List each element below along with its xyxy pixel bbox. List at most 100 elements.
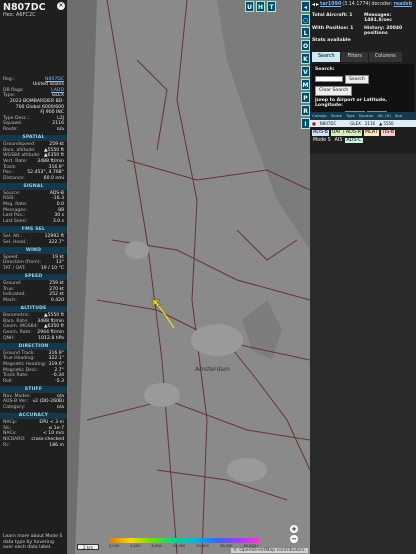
stuff-row: Category: n/a bbox=[0, 405, 67, 411]
map-side-button-9[interactable]: I bbox=[301, 118, 310, 129]
wind-row: TAT / OAT: 19 / 10 °C bbox=[0, 266, 67, 272]
map-side-button-2[interactable]: L bbox=[301, 27, 310, 38]
clear-search-button[interactable]: Clear Search bbox=[315, 86, 353, 96]
desc-line-1: 2023 BOMBARDIER BD- bbox=[9, 98, 64, 104]
reg-label: Reg.: bbox=[3, 76, 15, 82]
tab-search[interactable]: Search bbox=[312, 52, 341, 62]
section-direction: DIRECTION bbox=[0, 343, 67, 350]
signal-row: Last Seen: 3.0 s bbox=[0, 219, 67, 225]
left-footer-hint: Learn more about Mode S data type by hov… bbox=[3, 534, 63, 551]
zoom-out-button[interactable]: − bbox=[290, 535, 298, 543]
urban-areas bbox=[125, 241, 267, 482]
section-accuracy: ACCURACY bbox=[0, 412, 67, 420]
wind-value: 19 / 10 °C bbox=[40, 266, 64, 271]
altitude-colorbar bbox=[109, 538, 259, 543]
map-side-button-8[interactable]: R bbox=[301, 105, 310, 116]
legend-item: UAT / ADS-R bbox=[330, 130, 362, 136]
aircraft-header: N807DC Hex: A6FC2C ✕ bbox=[0, 0, 67, 19]
map-view[interactable]: Amsterdam UHT ◂ ○ L O K V M P R I + − 2 km 2,000 4… bbox=[67, 0, 310, 554]
search-button[interactable]: Search bbox=[345, 74, 369, 85]
map-side-button-5[interactable]: V bbox=[301, 66, 310, 77]
route-value: n/a bbox=[56, 126, 64, 132]
column-header[interactable]: Route bbox=[329, 112, 344, 120]
column-header[interactable]: Squawk bbox=[357, 112, 376, 120]
source-legend: ADS-B UAT / ADS-R MLAT TIS-B Mode S AIS ADS-C bbox=[312, 130, 414, 144]
lake-water bbox=[242, 300, 282, 360]
spatial-row: Distance: 60.0 nmi bbox=[0, 176, 67, 182]
aircraft-track bbox=[157, 304, 175, 329]
column-header[interactable]: Callsign bbox=[310, 112, 329, 120]
accuracy-label: Rc: bbox=[3, 442, 11, 448]
colorbar-label: 10,000 bbox=[172, 544, 186, 548]
column-header[interactable]: Alt. (ft) bbox=[376, 112, 393, 120]
aircraft-info-panel: N807DC Hex: A6FC2C ✕ Reg.: N807DC United … bbox=[0, 0, 67, 554]
stuff-value: n/a bbox=[56, 405, 64, 411]
tab-columns[interactable]: Columns bbox=[368, 52, 402, 62]
fms-label: Sel. Head.: bbox=[3, 239, 28, 245]
accuracy-value: 186 m bbox=[49, 442, 64, 448]
map-side-button-6[interactable]: M bbox=[301, 79, 310, 90]
speed-row: Mach: 0.420 bbox=[0, 298, 67, 304]
map-side-button-1[interactable]: ○ bbox=[301, 14, 310, 25]
spatial-group: Groundspeed: 259 kt Baro. altitude: ▲5550 f… bbox=[0, 142, 67, 181]
jump-label: Jump to Airport or Latitude, Longitude: bbox=[315, 97, 387, 109]
stuff-label: Category: bbox=[3, 405, 26, 411]
direction-value: -5.3 bbox=[55, 378, 64, 384]
map-side-button-7[interactable]: P bbox=[301, 92, 310, 103]
expand-right-icon[interactable]: ▸ bbox=[316, 2, 319, 8]
fms-value: 322.7° bbox=[48, 239, 64, 245]
altitude-group: Barometric: ▲5550 ft Baro. Rate: 3488 ft/mi… bbox=[0, 313, 67, 341]
colorbar-label: 8,000 bbox=[151, 544, 162, 548]
stat-item: With Position: 1 bbox=[312, 25, 354, 31]
ijsselmeer-water bbox=[217, 0, 310, 250]
map-button-u[interactable]: U bbox=[245, 1, 254, 12]
map-attribution[interactable]: © OpenStreetMap contributors. bbox=[231, 548, 308, 553]
tab-filters[interactable]: Filters bbox=[341, 52, 368, 62]
stat-item: Total Aircraft: 1 bbox=[312, 12, 353, 18]
signal-value: 3.0 s bbox=[52, 218, 64, 224]
column-header[interactable]: Spd bbox=[393, 112, 404, 120]
route-row: Route: n/a bbox=[0, 127, 67, 133]
spatial-value: 60.0 nmi bbox=[43, 175, 64, 181]
section-signal: SIGNAL bbox=[0, 183, 67, 190]
search-row: Search bbox=[315, 74, 411, 85]
table-row[interactable]: ■ N807DC GLEX 2116 ▲ 5550 bbox=[310, 120, 416, 127]
search-input[interactable] bbox=[315, 76, 343, 83]
map-side-button-4[interactable]: K bbox=[301, 53, 310, 64]
search-tab-body: Search: Search Clear Search Jump to Airp… bbox=[312, 64, 414, 121]
decoder-label: decoder: bbox=[371, 2, 393, 7]
signal-group: Source: ADS-B RSSI: -16.3 Msg. Rate: 0.0 Messa… bbox=[0, 191, 67, 225]
aircraft-table-header: Callsign Route Type Squawk Alt. (ft) Spd bbox=[310, 112, 416, 120]
decoder-link[interactable]: readsb bbox=[394, 2, 413, 8]
wind-group: Speed: 19 kt Direction (from): 13° TAT / OAT… bbox=[0, 255, 67, 272]
north-sea-water bbox=[67, 0, 97, 554]
tar1090-link[interactable]: tar1090 bbox=[320, 2, 341, 8]
stats-available: Stats available bbox=[312, 38, 351, 43]
section-altitude: ALTITUDE bbox=[0, 305, 67, 313]
map-canvas[interactable]: Amsterdam bbox=[67, 0, 310, 554]
section-speed: SPEED bbox=[0, 273, 67, 281]
direction-group: Ground Track: 316.9° True Heading: 322.1° Ma… bbox=[0, 351, 67, 385]
row-type: GLEX bbox=[350, 121, 361, 126]
wind-label: TAT / OAT: bbox=[3, 266, 26, 271]
collapse-left-icon[interactable]: ◂ bbox=[312, 2, 315, 8]
stats-grid: Total Aircraft: 1 Messages: 1491.8/sec Wit… bbox=[312, 13, 414, 39]
map-side-button-0[interactable]: ◂ bbox=[301, 1, 310, 12]
stat-item: History: 20040 positions bbox=[364, 25, 403, 37]
legend-item: TIS-B bbox=[380, 130, 395, 136]
colorbar-label: 4,000 bbox=[130, 544, 141, 548]
map-button-h[interactable]: H bbox=[256, 1, 265, 12]
version-number: (3.14.1774) bbox=[342, 2, 371, 7]
fms-group: Sel. Alt.: 12992 ft Sel. Head.: 322.7° bbox=[0, 234, 67, 245]
route-label: Route: bbox=[3, 126, 18, 132]
hex-value: A6FC2C bbox=[16, 12, 36, 18]
map-button-t[interactable]: T bbox=[267, 1, 276, 12]
speed-label: Mach: bbox=[3, 297, 17, 303]
row-alt: ▲ 5550 bbox=[379, 121, 394, 126]
section-stuff: STUFF bbox=[0, 386, 67, 393]
zoom-in-button[interactable]: + bbox=[290, 525, 298, 533]
close-icon[interactable]: ✕ bbox=[57, 2, 65, 10]
column-header[interactable]: Type bbox=[344, 112, 357, 120]
colorbar-label: 2,000 bbox=[109, 544, 120, 548]
map-side-button-3[interactable]: O bbox=[301, 40, 310, 51]
